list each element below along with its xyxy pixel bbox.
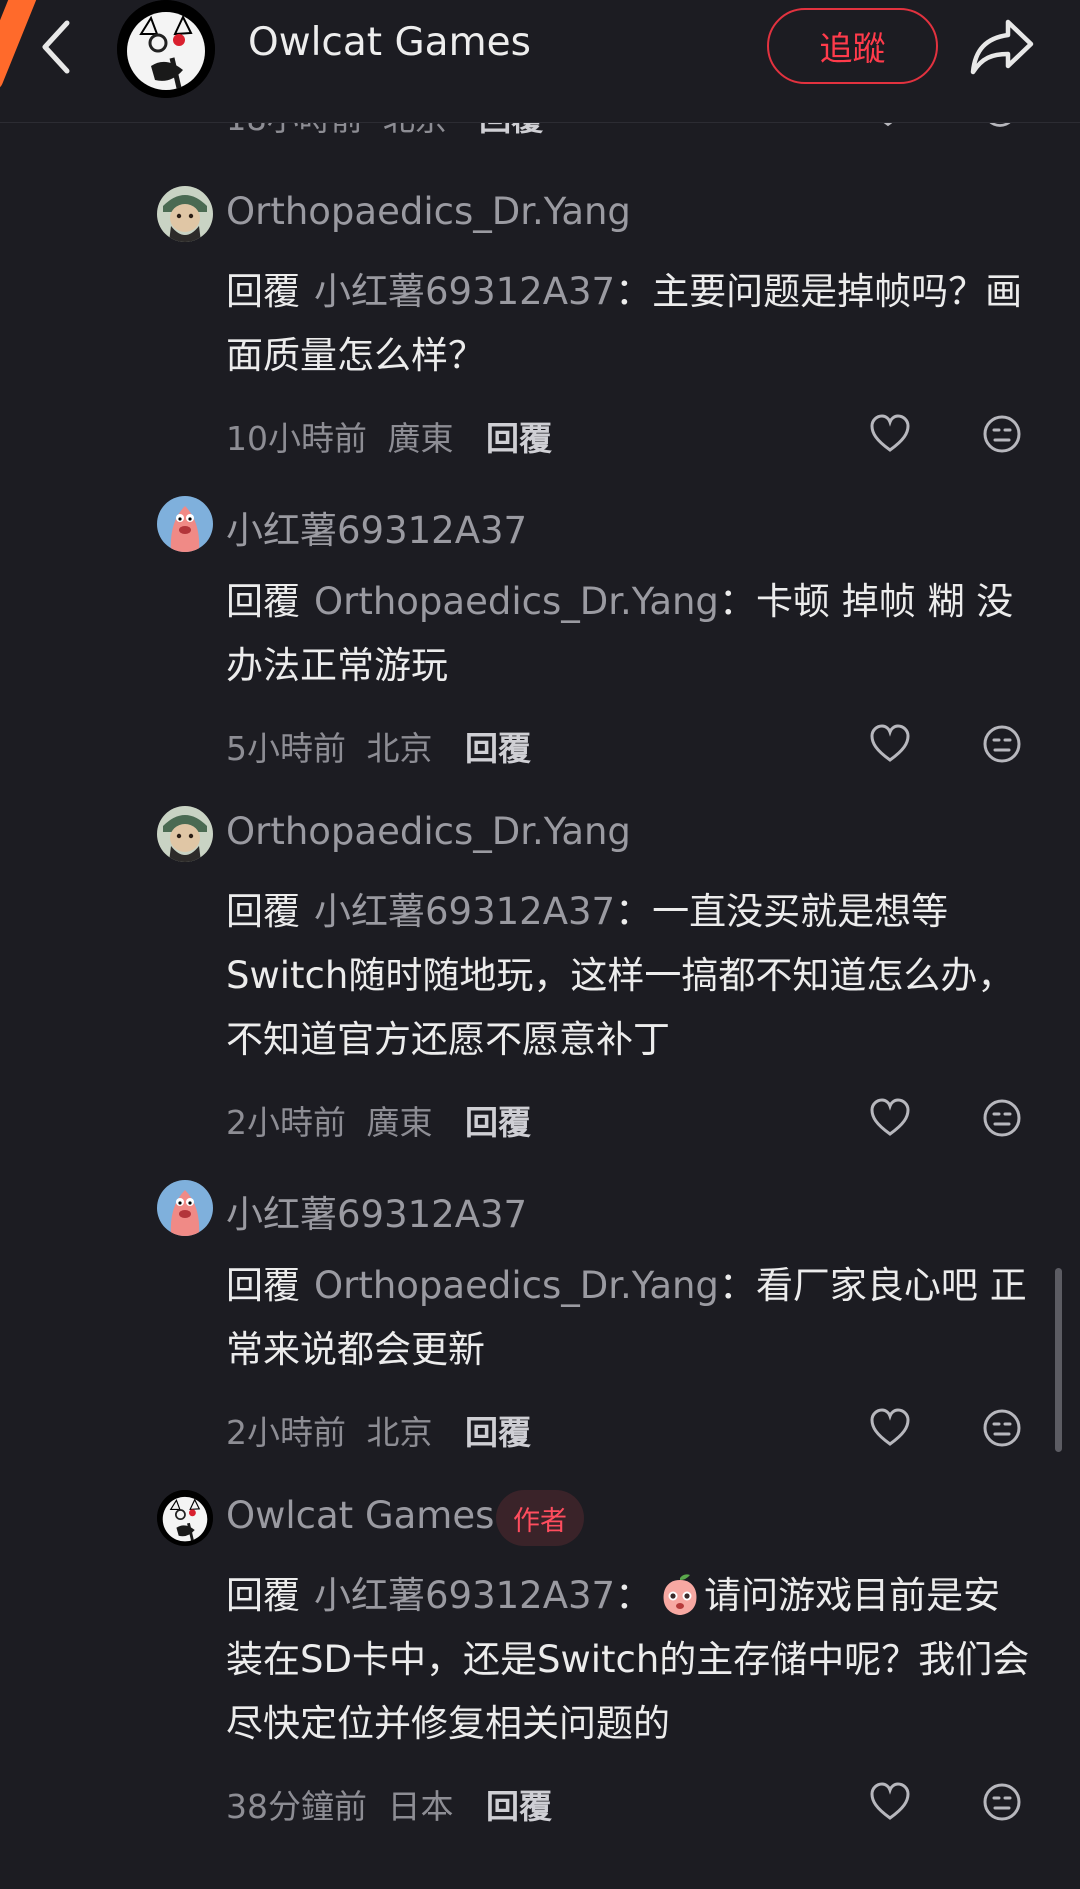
- comment-username[interactable]: Orthopaedics_Dr.Yang: [226, 190, 631, 233]
- comment-time: 10小時前: [226, 419, 367, 458]
- comment-time: 2小時前: [226, 1103, 346, 1142]
- neutral-face-icon: [983, 1409, 1021, 1447]
- avatar[interactable]: [157, 496, 213, 552]
- like-button[interactable]: [868, 412, 912, 456]
- owl-logo-icon: [117, 0, 215, 98]
- comment-location: 北京: [366, 729, 433, 768]
- share-button[interactable]: [968, 14, 1036, 80]
- neutral-face-icon: [983, 1099, 1021, 1137]
- top-bar: Owlcat Games 追蹤: [0, 0, 1080, 123]
- comment-username[interactable]: 小红薯69312A37: [226, 500, 527, 554]
- reply-link[interactable]: 回覆: [486, 419, 552, 458]
- reply-link[interactable]: 回覆: [465, 1103, 531, 1142]
- share-arrow-icon: [970, 19, 1034, 75]
- reply-link[interactable]: 回覆: [486, 1787, 552, 1826]
- brand-accent-stroke: [0, 0, 37, 90]
- reply-prefix: 回覆: [226, 1574, 300, 1617]
- heart-outline-icon: [870, 414, 910, 452]
- mention-username[interactable]: Orthopaedics_Dr.Yang: [314, 1264, 719, 1307]
- author-badge: 作者: [496, 1490, 584, 1546]
- comment-body[interactable]: 回覆 Orthopaedics_Dr.Yang：看厂家良心吧 正常来说都会更新: [226, 1254, 1034, 1382]
- comment-time: 38分鐘前: [226, 1787, 367, 1826]
- comment-location: 北京: [366, 1413, 433, 1452]
- comment-meta: 5小時前 北京 回覆: [226, 722, 531, 770]
- like-button[interactable]: [868, 1780, 912, 1824]
- comment-meta: 2小時前 廣東 回覆: [226, 1096, 531, 1144]
- reply-prefix: 回覆: [226, 580, 300, 623]
- cartoon-starfish-avatar-icon: [157, 1180, 213, 1236]
- mention-username[interactable]: 小红薯69312A37: [314, 890, 615, 933]
- character-avatar-icon: [157, 186, 213, 242]
- profile-avatar[interactable]: [117, 0, 215, 98]
- crying-peach-emoji-icon: [663, 1574, 697, 1615]
- back-button[interactable]: [36, 18, 76, 76]
- avatar[interactable]: [157, 1180, 213, 1236]
- mention-separator: ：: [615, 270, 653, 313]
- mention-username[interactable]: 小红薯69312A37: [314, 1574, 615, 1617]
- comment-meta: 10小時前 廣東 回覆: [226, 412, 552, 460]
- reply-prefix: 回覆: [226, 270, 300, 313]
- comment-username[interactable]: 小红薯69312A37: [226, 1184, 527, 1238]
- react-button[interactable]: [980, 1096, 1024, 1140]
- comment-body[interactable]: 回覆 小红薯69312A37：主要问题是掉帧吗？画面质量怎么样？: [226, 260, 1034, 388]
- scrollbar-thumb[interactable]: [1055, 1268, 1062, 1452]
- reply-link[interactable]: 回覆: [465, 729, 531, 768]
- reply-prefix: 回覆: [226, 890, 300, 933]
- comment-meta: 38分鐘前 日本 回覆: [226, 1780, 552, 1828]
- comment-body[interactable]: 回覆 小红薯69312A37： 请问游戏目前是安装在SD卡中，还是Switch的主…: [226, 1564, 1034, 1756]
- mention-separator: ：: [718, 1264, 756, 1307]
- reply-link[interactable]: 回覆: [465, 1413, 531, 1452]
- comment-time: 5小時前: [226, 729, 346, 768]
- comment-body[interactable]: 回覆 小红薯69312A37：一直没买就是想等Switch随时随地玩，这样一搞都不…: [226, 880, 1034, 1072]
- neutral-face-icon: [983, 415, 1021, 453]
- heart-outline-icon: [870, 1782, 910, 1820]
- reply-prefix: 回覆: [226, 1264, 300, 1307]
- comment-location: 廣東: [366, 1103, 433, 1142]
- heart-outline-icon: [870, 1408, 910, 1446]
- cartoon-starfish-avatar-icon: [157, 496, 213, 552]
- like-button[interactable]: [868, 1096, 912, 1140]
- comment-body[interactable]: 回覆 Orthopaedics_Dr.Yang：卡顿 掉帧 糊 没办法正常游玩: [226, 570, 1034, 698]
- react-button[interactable]: [980, 412, 1024, 456]
- chevron-left-icon: [42, 20, 70, 74]
- comment-username[interactable]: Owlcat Games: [226, 1494, 494, 1537]
- comment-thread-screen: Owlcat Games 追蹤 18小時前 北京 回覆 1: [0, 0, 1080, 1889]
- owl-logo-icon: [157, 1490, 213, 1546]
- like-button[interactable]: [868, 1406, 912, 1450]
- mention-username[interactable]: 小红薯69312A37: [314, 270, 615, 313]
- mention-separator: ：: [718, 580, 756, 623]
- comment-meta: 2小時前 北京 回覆: [226, 1406, 531, 1454]
- comment-username[interactable]: Orthopaedics_Dr.Yang: [226, 810, 631, 853]
- react-button[interactable]: [980, 1406, 1024, 1450]
- mention-separator: ：: [615, 890, 653, 933]
- follow-button[interactable]: 追蹤: [767, 8, 938, 84]
- heart-outline-icon: [870, 1098, 910, 1136]
- avatar[interactable]: [157, 1490, 213, 1546]
- comment-time: 2小時前: [226, 1413, 346, 1452]
- mention-separator: ：: [615, 1574, 653, 1617]
- like-button[interactable]: [868, 722, 912, 766]
- character-avatar-icon: [157, 806, 213, 862]
- avatar[interactable]: [157, 186, 213, 242]
- neutral-face-icon: [983, 1783, 1021, 1821]
- avatar[interactable]: [157, 806, 213, 862]
- mention-username[interactable]: Orthopaedics_Dr.Yang: [314, 580, 719, 623]
- react-button[interactable]: [980, 1780, 1024, 1824]
- react-button[interactable]: [980, 722, 1024, 766]
- header-title[interactable]: Owlcat Games: [248, 20, 531, 65]
- comment-location: 廣東: [387, 419, 454, 458]
- heart-outline-icon: [870, 724, 910, 762]
- comment-location: 日本: [387, 1787, 454, 1826]
- neutral-face-icon: [983, 725, 1021, 763]
